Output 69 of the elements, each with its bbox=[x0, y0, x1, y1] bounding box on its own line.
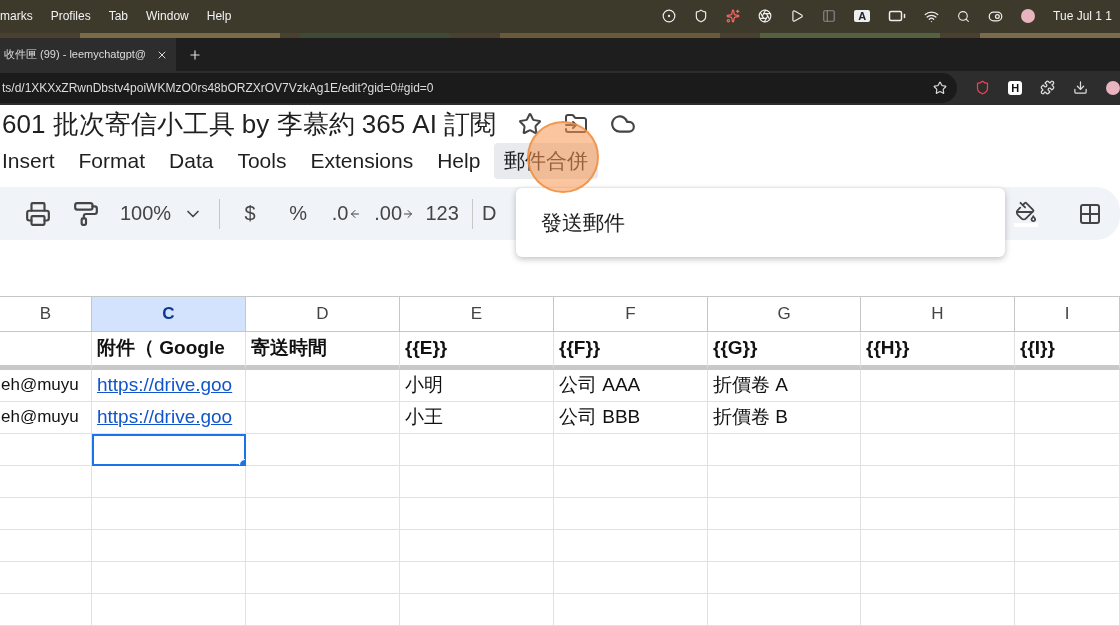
cell-text: 公司 BBB bbox=[559, 405, 641, 430]
header-text: 寄送時間 bbox=[251, 336, 327, 361]
decrease-decimals-button[interactable]: .0 bbox=[322, 193, 371, 234]
column-header[interactable]: H bbox=[861, 296, 1015, 332]
document-title[interactable]: 601 批次寄信小工具 by 李慕約 365 AI 訂閱 bbox=[2, 106, 497, 142]
percent-button[interactable]: % bbox=[274, 193, 323, 234]
cell-text: eh@muyu bbox=[1, 407, 79, 428]
cell-text: 小明 bbox=[405, 373, 443, 398]
search-icon[interactable] bbox=[957, 9, 971, 23]
arrow-left-icon bbox=[348, 207, 361, 220]
cell-text: eh@muyu bbox=[1, 375, 79, 396]
menu-bar-item[interactable]: Window bbox=[146, 9, 189, 24]
column-header[interactable]: C bbox=[92, 296, 246, 332]
font-select[interactable]: D bbox=[479, 193, 500, 234]
extension-badge[interactable]: H bbox=[1008, 80, 1023, 95]
arrow-right-icon bbox=[402, 207, 415, 220]
shield-icon[interactable] bbox=[694, 9, 709, 24]
puzzle-icon[interactable] bbox=[1040, 80, 1056, 96]
menu-bar-item[interactable]: marks bbox=[0, 9, 33, 24]
new-tab-icon[interactable] bbox=[188, 47, 202, 62]
column-header[interactable]: D bbox=[246, 296, 400, 332]
browser-tab[interactable]: 收件匣 (99) - leemychatgpt@ bbox=[0, 38, 176, 72]
cell-text: 折價卷 A bbox=[713, 373, 788, 398]
fill-color-icon[interactable] bbox=[1014, 200, 1038, 227]
aperture-icon[interactable] bbox=[758, 9, 773, 24]
dropdown-item[interactable]: 發送郵件 bbox=[541, 204, 625, 241]
number-format-button[interactable]: 123 bbox=[418, 193, 467, 234]
clock: Tue Jul 1 1 bbox=[1053, 9, 1112, 24]
column-header[interactable]: I bbox=[1015, 296, 1120, 332]
menu-item[interactable]: Data bbox=[159, 145, 224, 178]
download-icon[interactable] bbox=[1073, 80, 1089, 96]
control-center-icon[interactable] bbox=[988, 8, 1004, 24]
avatar-icon[interactable] bbox=[1021, 9, 1036, 24]
header-text: {{G}} bbox=[713, 337, 758, 360]
header-text: {{E}} bbox=[405, 337, 448, 360]
star-icon[interactable] bbox=[518, 112, 543, 136]
wifi-icon[interactable] bbox=[924, 8, 940, 24]
header-text: {{I}} bbox=[1020, 337, 1055, 360]
header-text: {{F}} bbox=[559, 337, 601, 360]
column-header[interactable]: F bbox=[554, 296, 708, 332]
sparkle-icon[interactable] bbox=[726, 9, 741, 24]
column-header[interactable]: B bbox=[0, 296, 92, 332]
panel-icon[interactable] bbox=[822, 9, 837, 24]
record-icon[interactable] bbox=[662, 9, 677, 24]
header-text: 附件（ Google bbox=[97, 336, 225, 361]
play-icon[interactable] bbox=[790, 9, 805, 24]
input-source-badge[interactable]: A bbox=[854, 10, 871, 23]
zoom-select[interactable]: 100% bbox=[110, 193, 214, 234]
menu-item[interactable]: Help bbox=[427, 145, 491, 178]
menu-item[interactable]: Extensions bbox=[300, 145, 424, 178]
folder-move-icon[interactable] bbox=[564, 112, 589, 136]
increase-decimals-button[interactable]: .00 bbox=[370, 193, 419, 234]
column-header[interactable]: G bbox=[708, 296, 861, 332]
avatar-icon[interactable] bbox=[1106, 80, 1120, 95]
menu-item[interactable]: Tools bbox=[227, 145, 297, 178]
header-text: {{H}} bbox=[866, 337, 910, 360]
link[interactable]: https://drive.goo bbox=[97, 406, 233, 429]
address-field[interactable]: ts/d/1XKXxZRwnDbstv4poiWKMzO0rs48bORZXrOV7VzkAg1E/edit?gid=0#gid=0 bbox=[0, 72, 958, 103]
cell-text: 小王 bbox=[405, 405, 443, 430]
link[interactable]: https://drive.goo bbox=[97, 374, 233, 397]
column-header[interactable]: E bbox=[400, 296, 554, 332]
menu-bar-item[interactable]: Profiles bbox=[50, 9, 91, 24]
cell-text: 折價卷 B bbox=[713, 405, 788, 430]
menu-bar-item[interactable]: Help bbox=[206, 9, 232, 24]
currency-button[interactable]: $ bbox=[226, 193, 275, 234]
cell-text: 公司 AAA bbox=[559, 373, 641, 398]
menu-item[interactable]: Insert bbox=[0, 145, 65, 178]
menu-item[interactable]: Format bbox=[68, 145, 156, 178]
menu-bar-item[interactable]: Tab bbox=[108, 9, 129, 24]
